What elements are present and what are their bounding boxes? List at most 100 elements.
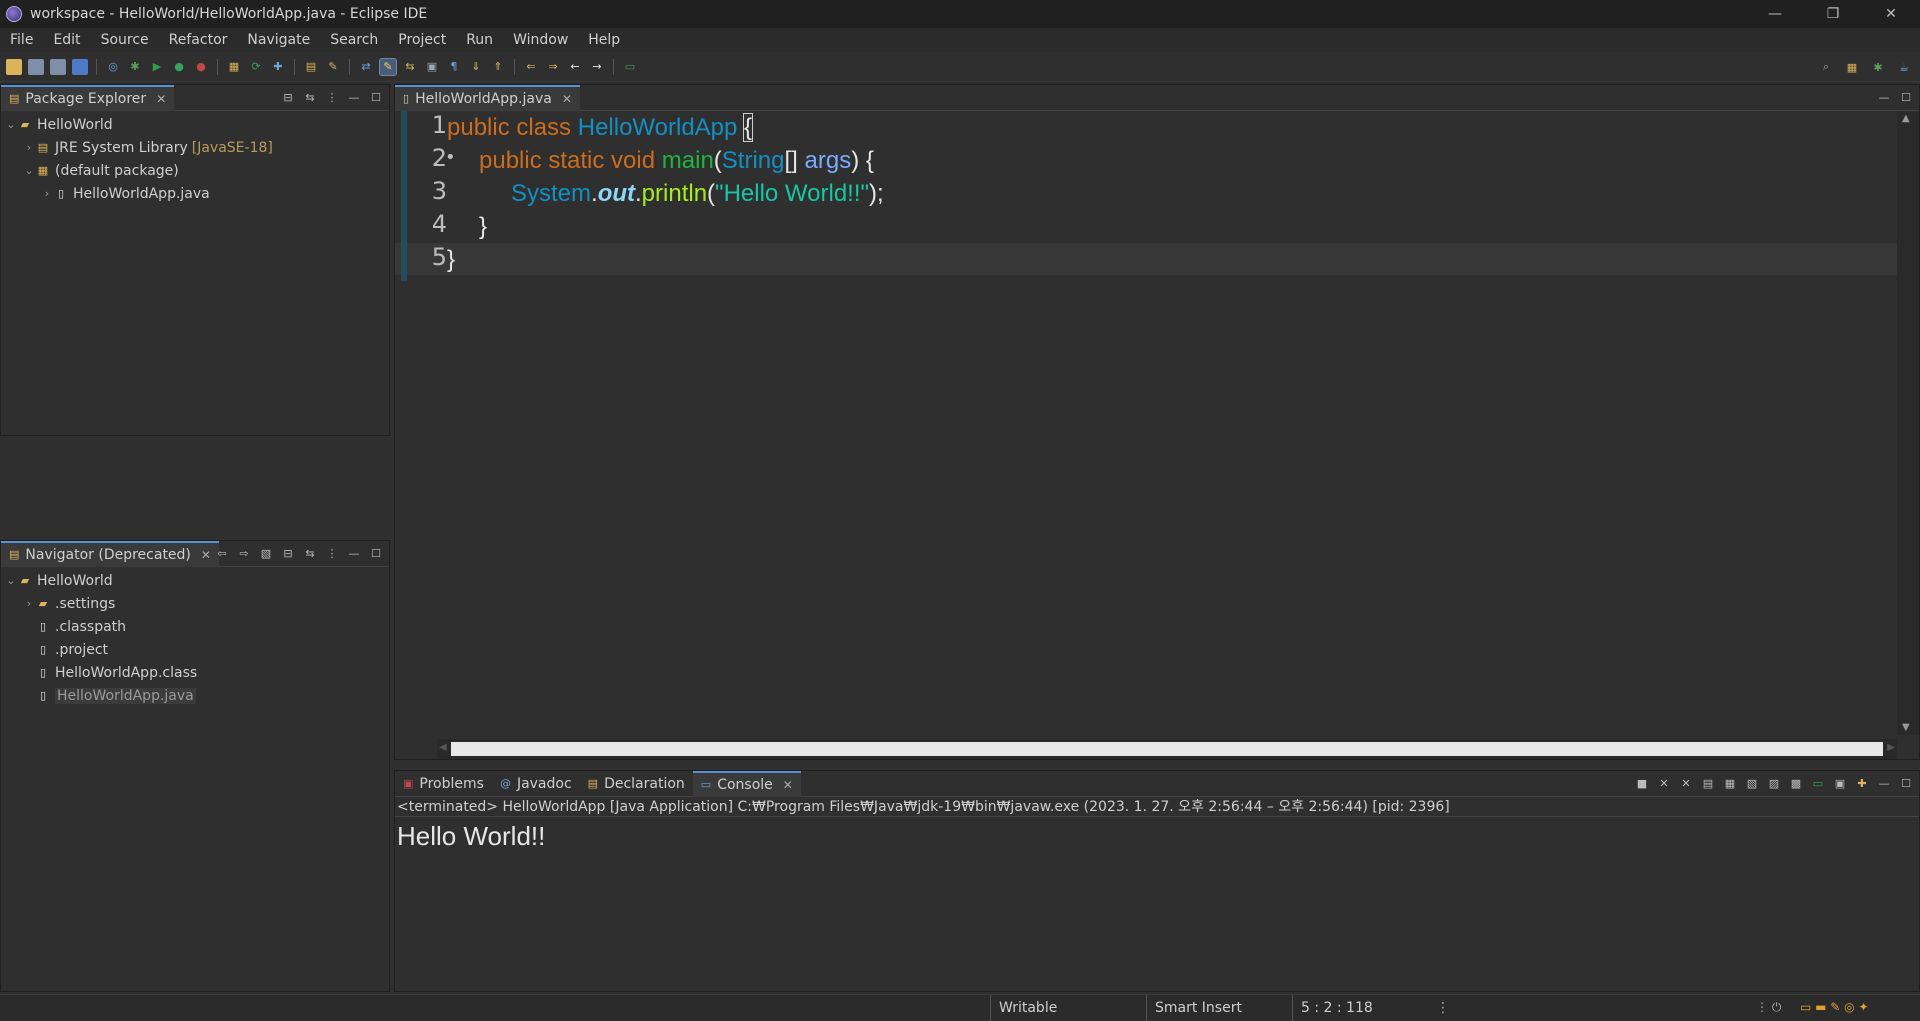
save-icon[interactable] xyxy=(28,59,44,75)
external-tools-icon[interactable]: ● xyxy=(193,59,209,75)
scroll-left-icon[interactable]: ◀ xyxy=(439,742,447,753)
maximize-icon[interactable]: ☐ xyxy=(1899,90,1913,104)
previous-annotation-icon[interactable]: ⇑ xyxy=(490,59,506,75)
menu-file[interactable]: File xyxy=(0,32,43,48)
tab-javadoc[interactable]: @ Javadoc xyxy=(492,771,580,797)
console-output[interactable]: Hello World!! xyxy=(395,817,1919,856)
terminal-icon[interactable] xyxy=(72,59,88,75)
back-arrow-icon[interactable]: ← xyxy=(567,59,583,75)
chevron-right-icon[interactable]: › xyxy=(41,187,53,200)
remove-launch-icon[interactable]: ✕ xyxy=(1657,776,1671,790)
collapse-all-icon[interactable]: ⊟ xyxy=(281,546,295,560)
menu-edit[interactable]: Edit xyxy=(43,32,90,48)
menu-window[interactable]: Window xyxy=(503,32,578,48)
open-perspective-icon[interactable]: ▦ xyxy=(1844,59,1860,75)
menu-refactor[interactable]: Refactor xyxy=(159,32,238,48)
menu-search[interactable]: Search xyxy=(320,32,388,48)
scroll-right-icon[interactable]: ▶ xyxy=(1887,742,1895,753)
scroll-down-icon[interactable]: ▼ xyxy=(1902,722,1910,733)
link-with-editor-icon[interactable]: ⇆ xyxy=(303,90,317,104)
tab-package-explorer[interactable]: ▤ Package Explorer ✕ xyxy=(1,85,174,111)
tab-navigator[interactable]: ▤ Navigator (Deprecated) ✕ xyxy=(1,541,219,567)
coverage-icon[interactable]: ● xyxy=(171,59,187,75)
next-annotation-icon[interactable]: ⇓ xyxy=(468,59,484,75)
chevron-right-icon[interactable]: › xyxy=(23,141,35,154)
show-on-error-icon[interactable]: ▩ xyxy=(1789,776,1803,790)
last-edit-location-icon[interactable]: ⇐ xyxy=(523,59,539,75)
tree-item-java-file[interactable]: › ▯ HelloWorldApp.java xyxy=(1,182,389,205)
quick-access-search-icon[interactable]: ⌕ xyxy=(1818,59,1834,75)
tree-item-settings-folder[interactable]: › ▰ .settings xyxy=(1,592,389,615)
tab-console[interactable]: ▭ Console ✕ xyxy=(693,771,801,797)
go-up-icon[interactable]: ▧ xyxy=(259,546,273,560)
tree-item-default-package[interactable]: ⌄ ▦ (default package) xyxy=(1,159,389,182)
menu-source[interactable]: Source xyxy=(91,32,159,48)
show-on-output-icon[interactable]: ▨ xyxy=(1767,776,1781,790)
menu-project[interactable]: Project xyxy=(388,32,456,48)
word-wrap-icon[interactable]: ▣ xyxy=(424,59,440,75)
chevron-down-icon[interactable]: ⌄ xyxy=(5,574,17,587)
scroll-thumb[interactable] xyxy=(451,742,1883,756)
tree-item-java-file[interactable]: ▯ HelloWorldApp.java xyxy=(1,684,389,707)
maximize-icon[interactable]: ☐ xyxy=(369,546,383,560)
search-icon[interactable]: ✎ xyxy=(325,59,341,75)
tree-item-project-file[interactable]: ▯ .project xyxy=(1,638,389,661)
clear-console-icon[interactable]: ▤ xyxy=(1701,776,1715,790)
collapse-all-icon[interactable]: ⊟ xyxy=(281,90,295,104)
status-menu-icon[interactable]: ⋮ xyxy=(1436,1000,1450,1016)
link-with-editor-icon[interactable]: ⇆ xyxy=(303,546,317,560)
menu-run[interactable]: Run xyxy=(456,32,503,48)
display-console-icon[interactable]: ▣ xyxy=(1833,776,1847,790)
mark-occurrences-icon[interactable]: ✎ xyxy=(380,59,396,75)
status-cursor-position[interactable]: 5 : 2 : 118 xyxy=(1292,995,1402,1021)
forward-arrow-icon[interactable]: → xyxy=(589,59,605,75)
back-icon[interactable]: ⇦ xyxy=(215,546,229,560)
chevron-right-icon[interactable]: › xyxy=(23,597,35,610)
close-icon[interactable]: ✕ xyxy=(562,92,572,106)
close-icon[interactable]: ✕ xyxy=(783,778,793,792)
tab-declaration[interactable]: ▤ Declaration xyxy=(580,771,693,797)
chevron-down-icon[interactable]: ⌄ xyxy=(23,164,35,177)
tree-item-project[interactable]: ⌄ ▰ HelloWorld xyxy=(1,569,389,592)
debug-icon[interactable]: ✱ xyxy=(127,59,143,75)
tree-item-jre-library[interactable]: › ▤ JRE System Library [JavaSE-18] xyxy=(1,136,389,159)
status-insert-mode[interactable]: Smart Insert xyxy=(1146,995,1262,1021)
menu-help[interactable]: Help xyxy=(578,32,630,48)
tab-hello-world-app[interactable]: ▯ HelloWorldApp.java ✕ xyxy=(395,85,580,111)
tree-item-project[interactable]: ⌄ ▰ HelloWorld xyxy=(1,113,389,136)
remove-all-terminated-icon[interactable]: ✕ xyxy=(1679,776,1693,790)
forward-icon[interactable]: ⇨ xyxy=(237,546,251,560)
code-editor[interactable]: 1 2 • 3 4 5 public class HelloWorldApp {… xyxy=(395,111,1919,759)
show-whitespace-icon[interactable]: ¶ xyxy=(446,59,462,75)
open-type-icon[interactable]: ▤ xyxy=(303,59,319,75)
debug-perspective-icon[interactable]: ✱ xyxy=(1870,59,1886,75)
minimize-button[interactable]: — xyxy=(1746,0,1804,28)
minimize-icon[interactable]: — xyxy=(1877,776,1891,790)
run-icon[interactable]: ▶ xyxy=(149,59,165,75)
close-icon[interactable]: ✕ xyxy=(201,548,211,562)
pin-console-icon[interactable]: ▭ xyxy=(1811,776,1825,790)
minimize-icon[interactable]: — xyxy=(347,90,361,104)
word-wrap-icon[interactable]: ▧ xyxy=(1745,776,1759,790)
open-console-icon[interactable]: ✚ xyxy=(1855,776,1869,790)
editor-horizontal-scrollbar[interactable]: ◀ ▶ xyxy=(437,739,1897,759)
tab-problems[interactable]: ▣ Problems xyxy=(395,771,492,797)
restore-button[interactable]: ❐ xyxy=(1804,0,1862,28)
skip-breakpoints-icon[interactable]: ◎ xyxy=(105,59,121,75)
terminate-icon[interactable]: ■ xyxy=(1635,776,1649,790)
new-java-package-icon[interactable]: ⟳ xyxy=(248,59,264,75)
maximize-icon[interactable]: ☐ xyxy=(1899,776,1913,790)
scroll-lock-icon[interactable]: ▦ xyxy=(1723,776,1737,790)
close-window-button[interactable]: ✕ xyxy=(1862,0,1920,28)
progress-view-icon[interactable]: ⋮ ⏻ xyxy=(1756,1000,1781,1015)
minimize-icon[interactable]: — xyxy=(1877,90,1891,104)
close-icon[interactable]: ✕ xyxy=(156,92,166,106)
minimize-icon[interactable]: — xyxy=(347,546,361,560)
view-menu-icon[interactable]: ⋮ xyxy=(325,546,339,560)
editor-vertical-scrollbar[interactable]: ▲ ▼ xyxy=(1897,111,1919,735)
java-perspective-icon[interactable]: ☕ xyxy=(1896,59,1912,75)
new-java-class-icon[interactable]: ✚ xyxy=(270,59,286,75)
tree-item-class-file[interactable]: ▯ HelloWorldApp.class xyxy=(1,661,389,684)
forward-history-icon[interactable]: ⇒ xyxy=(545,59,561,75)
save-all-icon[interactable] xyxy=(50,59,66,75)
